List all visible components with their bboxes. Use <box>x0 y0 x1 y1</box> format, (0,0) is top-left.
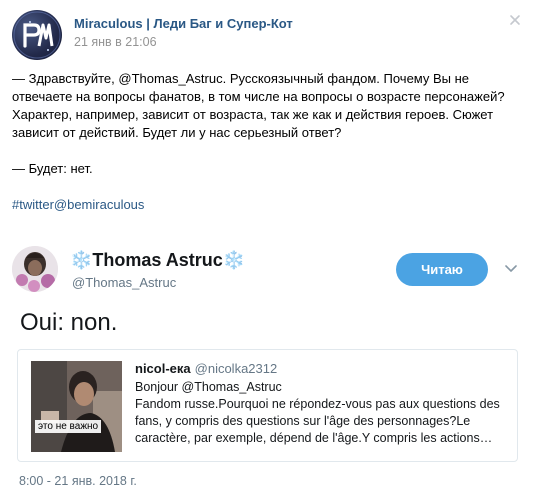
post-text: — Здравствуйте, @Thomas_Astruc. Русскояз… <box>12 70 522 214</box>
quoted-author-name[interactable]: nicol-ека <box>135 361 191 376</box>
quoted-tweet-header: nicol-ека @nicolka2312 <box>135 361 277 376</box>
tweet-text: Oui: non. <box>20 309 118 336</box>
embedded-tweet: ❄️Thomas Astruc❄️ @Thomas_Astruc Читаю O… <box>0 236 536 498</box>
snowflake-icon: ❄️ <box>222 250 246 270</box>
quoted-tweet-text: Bonjour @Thomas_Astruc Fandom russe.Pour… <box>135 380 500 445</box>
post-date[interactable]: 21 янв в 21:06 <box>74 35 157 49</box>
tweet-author-avatar[interactable] <box>12 246 58 292</box>
group-logo-icon <box>13 11 61 59</box>
close-icon[interactable] <box>508 14 522 28</box>
tweet-author-name[interactable]: ❄️Thomas Astruc❄️ <box>70 250 245 271</box>
quoted-tweet-image: это не важно <box>31 361 122 452</box>
post-header: Miraculous | Леди Баг и Супер-Кот 21 янв… <box>12 10 524 60</box>
tweet-author-handle[interactable]: @Thomas_Astruc <box>72 275 176 290</box>
chevron-down-icon[interactable] <box>503 260 519 276</box>
post-answer-text: — Будет: нет. <box>12 161 93 176</box>
quoted-image-caption: это не важно <box>35 420 102 433</box>
tweet-date[interactable]: 8:00 - 21 янв. 2018 г. <box>19 474 137 488</box>
quoted-image-graphic <box>31 361 122 452</box>
group-avatar[interactable] <box>12 10 62 60</box>
quoted-tweet[interactable]: это не важно nicol-ека @nicolka2312 Bonjo… <box>17 349 518 462</box>
post-hashtag-link[interactable]: #twitter@bemiraculous <box>12 196 144 214</box>
snowflake-icon: ❄️ <box>70 250 93 270</box>
author-portrait-icon <box>12 246 58 292</box>
post-question-text: — Здравствуйте, @Thomas_Astruc. Русскояз… <box>12 71 505 140</box>
quoted-author-handle[interactable]: @nicolka2312 <box>195 361 278 376</box>
tweet-author-name-text[interactable]: Thomas Astruc <box>92 250 222 270</box>
follow-button[interactable]: Читаю <box>396 253 488 286</box>
post-author-link[interactable]: Miraculous | Леди Баг и Супер-Кот <box>74 16 293 31</box>
